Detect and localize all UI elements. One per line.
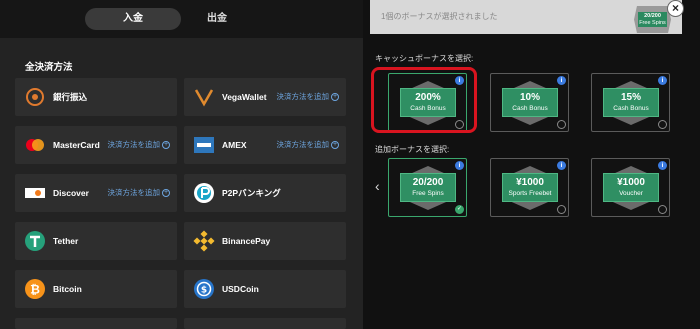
add-method-link[interactable]: 決済方法を追加 +: [277, 78, 339, 116]
mini-card-sub: Free Spins: [639, 20, 666, 26]
deposit-withdraw-tabs: 入金 出金: [0, 0, 363, 38]
methods-section-title: 全決済方法: [25, 62, 73, 73]
tether-icon: [24, 230, 46, 252]
info-icon[interactable]: i: [455, 161, 464, 170]
extra-bonus-card[interactable]: ¥1000 Sports Freebet i: [490, 158, 569, 217]
extra-bonus-card[interactable]: 20/200 Free Spins i ✓: [388, 158, 467, 217]
vegawallet-icon: [193, 86, 215, 108]
info-icon[interactable]: i: [658, 76, 667, 85]
discover-icon: [24, 182, 46, 204]
cash-bonus-card[interactable]: 15% Cash Bonus i: [591, 73, 670, 132]
method-discover[interactable]: Discover 決済方法を追加 +: [15, 174, 177, 212]
add-method-link[interactable]: 決済方法を追加 +: [108, 174, 170, 212]
cash-bonus-card[interactable]: 10% Cash Bonus i: [490, 73, 569, 132]
selection-highlight: [371, 67, 477, 133]
radio-button[interactable]: [658, 205, 667, 214]
tab-withdraw[interactable]: 出金: [185, 8, 249, 30]
payment-methods-panel: 入金 出金 全決済方法 銀行振込 VegaWallet 決済方法を追加 + Mas…: [0, 0, 363, 329]
method-bitcoin[interactable]: ₿ Bitcoin: [15, 270, 177, 308]
radio-button[interactable]: [658, 120, 667, 129]
mini-card-value: 20/200: [644, 13, 661, 19]
p2p-icon: [193, 182, 215, 204]
method-usdcoin[interactable]: $ USDCoin: [184, 270, 346, 308]
mastercard-icon: [24, 134, 46, 156]
method-row-partial[interactable]: [184, 318, 346, 329]
method-bank-transfer[interactable]: 銀行振込: [15, 78, 177, 116]
method-amex[interactable]: AMEX 決済方法を追加 +: [184, 126, 346, 164]
method-row-partial[interactable]: [15, 318, 177, 329]
chevron-left-icon[interactable]: ‹: [375, 178, 380, 194]
info-icon[interactable]: i: [557, 76, 566, 85]
radio-checked-icon[interactable]: ✓: [455, 205, 464, 214]
bonus-plate: ¥1000 Sports Freebet: [502, 173, 558, 202]
extra-bonus-card[interactable]: ¥1000 Voucher i: [591, 158, 670, 217]
binance-icon: [193, 230, 215, 252]
method-mastercard[interactable]: MasterCard 決済方法を追加 +: [15, 126, 177, 164]
bonus-plate: 20/200 Free Spins: [400, 173, 456, 202]
usdcoin-icon: $: [193, 278, 215, 300]
radio-button[interactable]: [557, 120, 566, 129]
bitcoin-icon: ₿: [24, 278, 46, 300]
bonus-plate: 10% Cash Bonus: [502, 88, 558, 117]
bank-transfer-icon: [24, 86, 46, 108]
info-icon[interactable]: i: [557, 161, 566, 170]
method-binancepay[interactable]: BinancePay: [184, 222, 346, 260]
svg-text:₿: ₿: [30, 283, 40, 297]
radio-button[interactable]: [557, 205, 566, 214]
bonus-plate: ¥1000 Voucher: [603, 173, 659, 202]
extra-bonus-label: 追加ボーナスを選択:: [375, 145, 450, 154]
cash-bonus-label: キャッシュボーナスを選択:: [375, 54, 474, 63]
method-tether[interactable]: Tether: [15, 222, 177, 260]
amex-icon: [193, 134, 215, 156]
info-icon[interactable]: i: [658, 161, 667, 170]
close-icon[interactable]: ×: [667, 0, 684, 17]
selected-bonus-mini-card: 20/200 Free Spins: [634, 6, 671, 33]
bonus-plate: 15% Cash Bonus: [603, 88, 659, 117]
svg-text:$: $: [201, 286, 207, 296]
add-method-link[interactable]: 決済方法を追加 +: [277, 126, 339, 164]
method-vegawallet[interactable]: VegaWallet 決済方法を追加 +: [184, 78, 346, 116]
add-method-link[interactable]: 決済方法を追加 +: [108, 126, 170, 164]
method-p2p[interactable]: P2Pバンキング: [184, 174, 346, 212]
tab-deposit[interactable]: 入金: [85, 8, 181, 30]
